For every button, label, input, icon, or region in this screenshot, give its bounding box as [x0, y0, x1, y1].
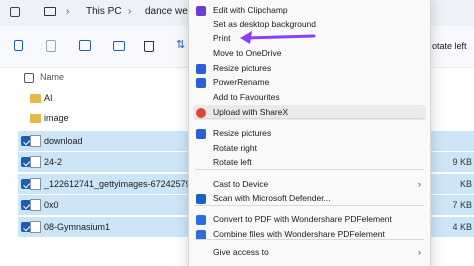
paste-icon[interactable]	[44, 38, 60, 54]
file-icon	[30, 135, 41, 147]
menu-item[interactable]: Rotate left	[189, 155, 430, 170]
menu-item-label: Rotate left	[213, 157, 252, 167]
powertoys-icon	[196, 129, 206, 139]
select-all-checkbox[interactable]	[24, 73, 34, 83]
breadcrumb-chevron-icon: ›	[128, 6, 132, 17]
menu-item[interactable]: Scan with Microsoft Defender...	[189, 191, 430, 206]
powertoys-icon	[196, 64, 206, 74]
column-name[interactable]: Name	[40, 72, 64, 82]
folder-icon	[30, 94, 41, 103]
breadcrumb-this-pc[interactable]: This PC	[86, 6, 122, 17]
menu-separator	[195, 118, 424, 119]
menu-item[interactable]: Cast to Device ›	[189, 177, 430, 192]
breadcrumb-folder[interactable]: dance wes	[145, 6, 193, 17]
annotation-arrow	[240, 31, 316, 44]
menu-item[interactable]: Resize pictures	[189, 126, 430, 141]
menu-item-label: Add to Favourites	[213, 92, 280, 102]
breadcrumb-chevron-icon: ›	[66, 6, 70, 17]
file-name: _122612741_gettyimages-672425798	[44, 179, 196, 189]
defender-icon	[196, 194, 206, 204]
powertoys-icon	[196, 78, 206, 88]
menu-item-label: Rotate right	[213, 143, 257, 153]
menu-item[interactable]: PowerRename	[189, 75, 430, 90]
delete-icon[interactable]	[142, 38, 158, 54]
monitor-icon[interactable]	[44, 7, 56, 16]
menu-item[interactable]: Add to Favourites	[189, 90, 430, 105]
chevron-right-icon: ›	[418, 247, 421, 257]
file-icon	[30, 156, 41, 168]
file-icon	[30, 199, 41, 211]
file-name: 0x0	[44, 200, 59, 210]
menu-item-label: Scan with Microsoft Defender...	[213, 193, 331, 203]
menu-item-label: PowerRename	[213, 77, 270, 87]
file-size: 9 KB	[452, 157, 472, 167]
pdfelement-icon	[196, 215, 206, 225]
menu-separator	[195, 205, 424, 206]
file-name: download	[44, 136, 83, 146]
share-icon[interactable]	[112, 38, 128, 54]
menu-item-label: Print	[213, 33, 231, 43]
file-name: 24-2	[44, 157, 63, 167]
file-icon	[30, 178, 41, 190]
menu-item-label: Give access to	[213, 247, 269, 257]
menu-item-label: Convert to PDF with Wondershare PDFeleme…	[213, 214, 392, 224]
rotate-left-label[interactable]: otate left	[432, 41, 467, 51]
copy-icon[interactable]	[12, 38, 28, 54]
file-name: image	[44, 113, 69, 123]
clipchamp-icon	[196, 6, 206, 16]
menu-item[interactable]: Resize pictures	[189, 61, 430, 76]
file-name: 08-Gymnasium1	[44, 222, 111, 232]
file-size: KB	[459, 179, 472, 189]
file-size: 7 KB	[452, 200, 472, 210]
sharex-icon	[196, 108, 206, 118]
chevron-right-icon: ›	[418, 179, 421, 189]
file-icon	[30, 221, 41, 233]
menu-item-label: Resize pictures	[213, 63, 272, 73]
menu-separator	[195, 239, 424, 240]
rename-icon[interactable]	[78, 38, 94, 54]
menu-item-label: Edit with Clipchamp	[213, 5, 288, 15]
window-icon	[10, 7, 20, 17]
file-name: AI	[44, 93, 53, 103]
menu-item[interactable]: Rotate right	[189, 141, 430, 156]
folder-icon	[30, 114, 41, 123]
menu-item-label: Resize pictures	[213, 128, 272, 138]
menu-item[interactable]: Convert to PDF with Wondershare PDFeleme…	[189, 212, 430, 227]
menu-item[interactable]: Edit with Clipchamp	[189, 3, 430, 18]
menu-separator	[195, 169, 424, 170]
menu-item-label: Cast to Device	[213, 179, 269, 189]
file-size: 4 KB	[452, 222, 472, 232]
menu-item[interactable]: Give access to ›	[189, 245, 430, 260]
